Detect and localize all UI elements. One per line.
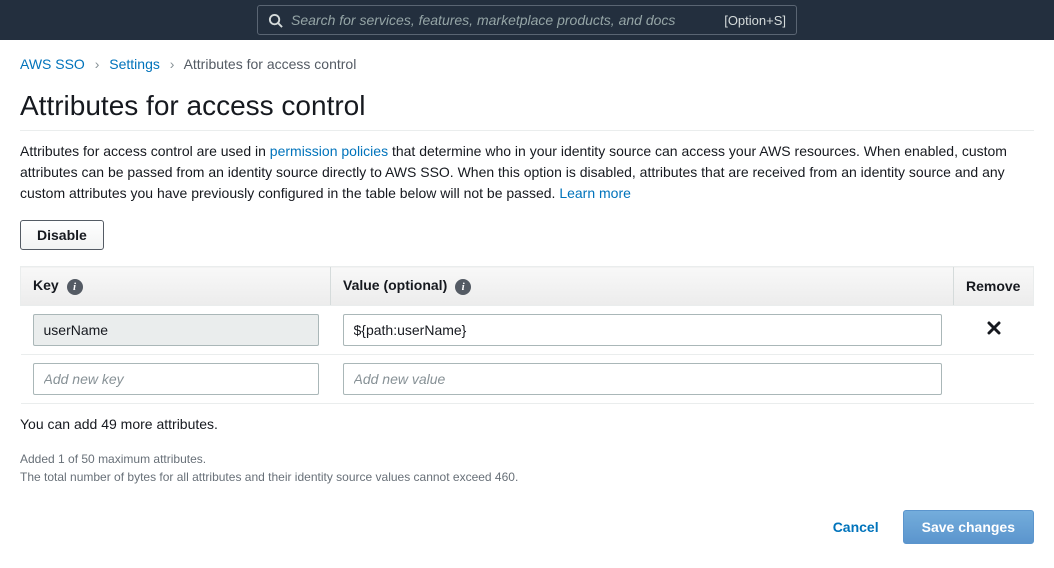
footer-actions: Cancel Save changes [20,510,1034,544]
global-search[interactable]: [Option+S] [257,5,797,35]
byte-limit-hint: The total number of bytes for all attrib… [20,468,1034,486]
save-changes-button[interactable]: Save changes [903,510,1034,544]
table-row-new [21,355,1034,404]
new-key-input[interactable] [33,363,319,395]
table-row [21,306,1034,355]
search-input[interactable] [291,12,716,28]
breadcrumb-root[interactable]: AWS SSO [20,56,85,72]
breadcrumb-current: Attributes for access control [184,56,357,72]
info-icon[interactable]: i [455,279,471,295]
page-description: Attributes for access control are used i… [20,141,1034,204]
search-shortcut-hint: [Option+S] [724,13,786,28]
title-divider [20,130,1034,131]
header-key-label: Key [33,277,59,293]
new-value-input[interactable] [343,363,942,395]
hints-section: You can add 49 more attributes. Added 1 … [20,416,1034,486]
added-count-hint: Added 1 of 50 maximum attributes. [20,450,1034,468]
attribute-key-input[interactable] [33,314,319,346]
search-icon [268,13,283,28]
remove-row-button[interactable] [987,321,1001,340]
attribute-value-input[interactable] [343,314,942,346]
breadcrumb: AWS SSO › Settings › Attributes for acce… [20,56,1034,72]
column-header-value: Value (optional) i [331,267,954,306]
column-header-remove: Remove [954,267,1034,306]
column-header-key: Key i [21,267,331,306]
close-icon [987,321,1001,335]
cancel-button[interactable]: Cancel [823,513,889,541]
desc-text: Attributes for access control are used i… [20,143,270,159]
disable-button[interactable]: Disable [20,220,104,250]
attributes-table: Key i Value (optional) i Remove [20,266,1034,404]
chevron-right-icon: › [95,56,100,72]
breadcrumb-parent[interactable]: Settings [109,56,160,72]
learn-more-link[interactable]: Learn more [559,185,631,201]
permission-policies-link[interactable]: permission policies [270,143,388,159]
top-navigation-bar: [Option+S] [0,0,1054,40]
chevron-right-icon: › [170,56,175,72]
info-icon[interactable]: i [67,279,83,295]
remaining-attributes-hint: You can add 49 more attributes. [20,416,1034,432]
header-value-label: Value (optional) [343,277,447,293]
page-title: Attributes for access control [20,90,1034,122]
